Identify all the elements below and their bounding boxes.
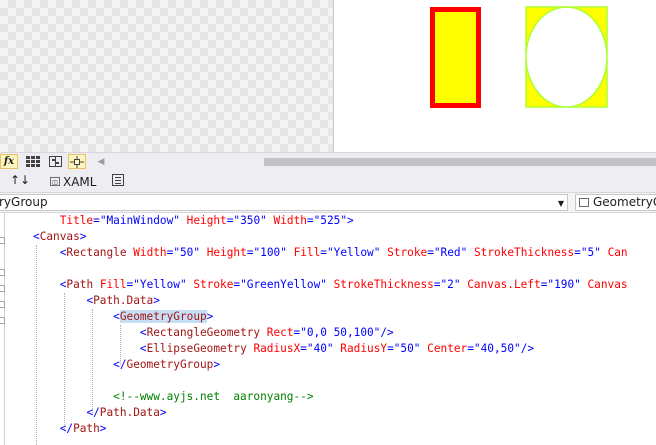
rectangle-shape[interactable]	[430, 7, 481, 108]
code-line: <RectangleGeometry Rect="0,0 50,100"/>	[139, 326, 394, 339]
fold-marker[interactable]	[0, 237, 5, 244]
element-type-dropdown[interactable]: GeometryGroup	[575, 194, 656, 211]
scroll-left-icon[interactable]: ◀	[92, 154, 110, 169]
code-line: <Path.Data>	[86, 294, 160, 307]
horizontal-scrollbar[interactable]	[264, 158, 656, 166]
designer-toolbar: fx ◀	[0, 152, 656, 170]
code-line: Title="MainWindow" Height="350" Width="5…	[59, 214, 354, 227]
editor-tab-strip: ↑↓ ◫ XAML	[0, 170, 656, 193]
element-type-icon	[579, 198, 589, 207]
code-line: <Rectangle Width="50" Height="100" Fill=…	[59, 246, 628, 259]
document-outline-icon[interactable]	[112, 174, 124, 186]
xaml-code-editor[interactable]: Title="MainWindow" Height="350" Width="5…	[0, 213, 656, 445]
grid-toggle-icon[interactable]	[24, 154, 42, 169]
fold-marker[interactable]	[0, 301, 5, 308]
snap-to-snaplines-icon[interactable]	[68, 154, 86, 169]
fold-marker[interactable]	[0, 269, 5, 276]
effects-toggle-button[interactable]: fx	[0, 154, 18, 169]
canvas-render	[430, 6, 608, 108]
code-line: <EllipseGeometry RadiusX="40" RadiusY="5…	[139, 342, 535, 355]
element-path-dropdown[interactable]: ryGroup ▼	[0, 194, 568, 211]
code-line: <Canvas>	[33, 230, 87, 243]
xaml-tab-icon: ◫	[50, 177, 60, 186]
code-line: </GeometryGroup>	[113, 358, 221, 371]
highlighted-tag: GeometryGroup	[119, 310, 207, 323]
tab-xaml[interactable]: ◫ XAML	[46, 172, 100, 191]
code-line: <GeometryGroup>	[113, 310, 214, 323]
outline-margin	[4, 213, 5, 445]
artboard[interactable]	[334, 0, 656, 152]
code-line: <Path Fill="Yellow" Stroke="GreenYellow"…	[59, 278, 628, 291]
code-line: </Path>	[59, 422, 107, 435]
code-comment-line: <!--www.ayjs.net aaronyang-->	[113, 390, 314, 403]
path-geometrygroup-shape[interactable]	[525, 6, 608, 108]
tab-xaml-label: XAML	[63, 174, 97, 189]
chevron-down-icon[interactable]: ▼	[558, 196, 564, 211]
designer-surface[interactable]	[0, 0, 656, 152]
fold-marker[interactable]	[0, 317, 5, 324]
element-type-value: GeometryGroup	[593, 195, 656, 209]
navigation-bar: ryGroup ▼ GeometryGroup	[0, 193, 656, 213]
fold-marker[interactable]	[0, 285, 5, 292]
designer-background	[0, 0, 334, 152]
snap-to-grid-icon[interactable]	[46, 154, 64, 169]
element-path-value: ryGroup	[0, 195, 48, 209]
swap-panes-icon[interactable]: ↑↓	[10, 173, 30, 187]
code-line: </Path.Data>	[86, 406, 167, 419]
